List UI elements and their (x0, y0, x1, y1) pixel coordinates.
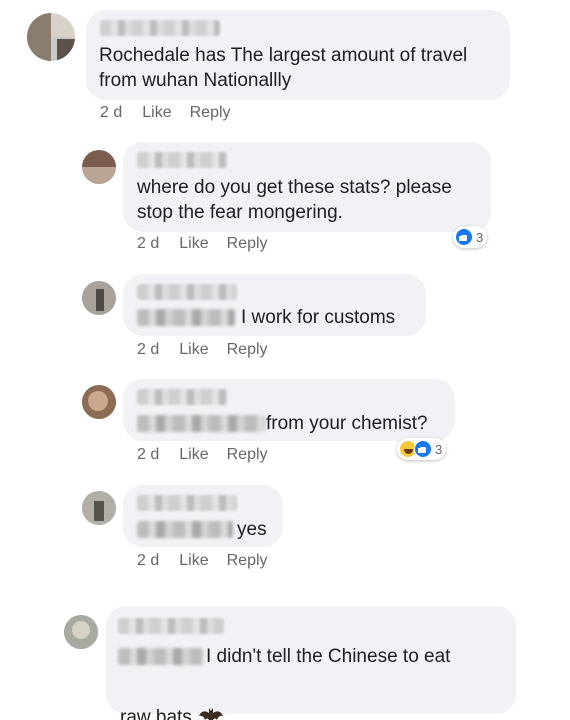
comment-thread: Rochedale has The largest amount of trav… (0, 0, 570, 720)
comment-text-line-1: I didn't tell the Chinese to eat (206, 646, 451, 667)
bat-icon (198, 707, 223, 720)
avatar[interactable] (64, 615, 98, 649)
comment-bubble: I didn't tell the Chinese to eat raw bat… (106, 606, 516, 720)
comment-text-line-2-text: raw bats (120, 707, 192, 720)
author-name-redacted[interactable] (118, 618, 224, 634)
tagged-name-redacted[interactable] (118, 648, 204, 665)
comment-text-line-2: raw bats (120, 680, 320, 720)
comment-6: I didn't tell the Chinese to eat raw bat… (0, 0, 570, 720)
